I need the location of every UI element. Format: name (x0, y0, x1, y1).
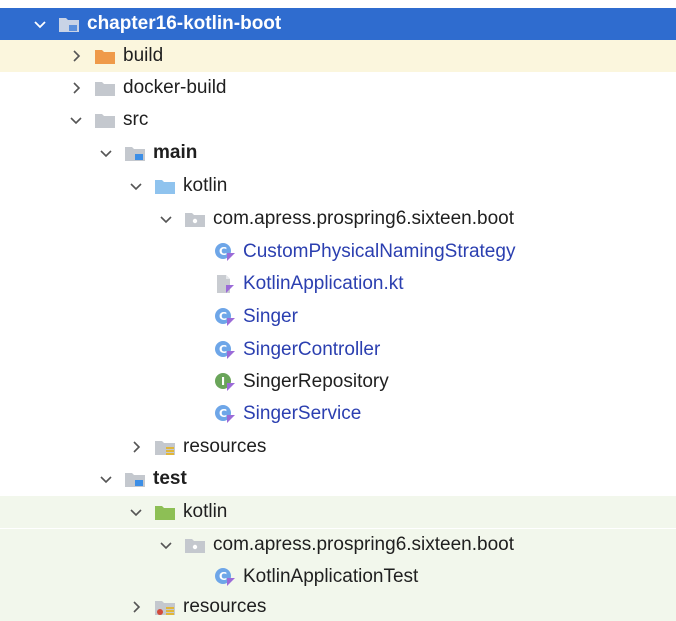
tree-node-label: resources (183, 436, 267, 457)
tree-node-main-package[interactable]: com.apress.prospring6.sixteen.boot (0, 203, 676, 235)
kotlin-class-icon: C (214, 307, 236, 327)
excluded-folder-icon (94, 46, 116, 66)
tree-node-label: kotlin (183, 501, 228, 522)
chevron-right-icon[interactable] (68, 80, 84, 96)
tree-node-root[interactable]: chapter16-kotlin-boot (0, 8, 676, 40)
chevron-down-icon[interactable] (98, 145, 114, 161)
tree-node-label: test (153, 468, 187, 489)
svg-text:C: C (219, 570, 227, 583)
folder-icon (94, 110, 116, 130)
tree-node-label: KotlinApplication.kt (243, 273, 404, 294)
tree-node-label: CustomPhysicalNamingStrategy (243, 241, 516, 262)
test-resources-folder-icon (154, 597, 176, 617)
tree-node-file[interactable]: C KotlinApplicationTest (0, 561, 676, 593)
tree-node-label: SingerRepository (243, 371, 389, 392)
tree-node-label: SingerController (243, 339, 381, 360)
chevron-down-icon[interactable] (32, 16, 48, 32)
tree-node-file[interactable]: KotlinApplication.kt (0, 268, 676, 300)
package-icon (184, 209, 206, 229)
tree-node-label: Singer (243, 306, 298, 327)
test-source-folder-icon (154, 502, 176, 522)
tree-node-file[interactable]: C Singer (0, 301, 676, 333)
test-root-folder-icon (124, 469, 146, 489)
tree-node-label: src (123, 109, 149, 130)
svg-text:I: I (221, 375, 225, 388)
chevron-right-icon[interactable] (128, 439, 144, 455)
tree-node-label: kotlin (183, 175, 228, 196)
kotlin-file-icon (214, 274, 236, 294)
svg-text:C: C (219, 343, 227, 356)
tree-node-label: build (123, 45, 164, 66)
kotlin-class-icon: C (214, 242, 236, 262)
tree-node-label: main (153, 142, 198, 163)
module-folder-icon (58, 14, 80, 34)
tree-node-main-kotlin[interactable]: kotlin (0, 170, 676, 202)
chevron-right-icon[interactable] (128, 599, 144, 615)
tree-node-file[interactable]: I SingerRepository (0, 366, 676, 398)
chevron-down-icon[interactable] (158, 537, 174, 553)
tree-node-test-resources[interactable]: resources (0, 593, 676, 621)
package-icon (184, 535, 206, 555)
resources-folder-icon (154, 437, 176, 457)
tree-node-file[interactable]: C SingerController (0, 334, 676, 366)
chevron-down-icon[interactable] (128, 504, 144, 520)
tree-node-label: SingerService (243, 403, 362, 424)
tree-node-label: KotlinApplicationTest (243, 566, 419, 587)
svg-text:C: C (219, 310, 227, 323)
chevron-down-icon[interactable] (158, 211, 174, 227)
tree-node-test-kotlin[interactable]: kotlin (0, 496, 676, 528)
tree-node-label: docker-build (123, 77, 227, 98)
tree-node-main-resources[interactable]: resources (0, 431, 676, 463)
svg-text:C: C (219, 245, 227, 258)
folder-icon (94, 78, 116, 98)
tree-node-src[interactable]: src (0, 104, 676, 136)
tree-node-file[interactable]: C CustomPhysicalNamingStrategy (0, 236, 676, 268)
tree-node-build[interactable]: build (0, 40, 676, 72)
chevron-down-icon[interactable] (68, 112, 84, 128)
kotlin-class-icon: C (214, 340, 236, 360)
tree-node-label: com.apress.prospring6.sixteen.boot (213, 534, 514, 555)
kotlin-interface-icon: I (214, 372, 236, 392)
tree-node-test-package[interactable]: com.apress.prospring6.sixteen.boot (0, 529, 676, 561)
chevron-right-icon[interactable] (68, 48, 84, 64)
chevron-down-icon[interactable] (128, 178, 144, 194)
tree-node-label: com.apress.prospring6.sixteen.boot (213, 208, 514, 229)
tree-node-label: resources (183, 596, 267, 617)
svg-text:C: C (219, 407, 227, 420)
chevron-down-icon[interactable] (98, 471, 114, 487)
kotlin-class-icon: C (214, 404, 236, 424)
tree-node-main[interactable]: main (0, 137, 676, 169)
tree-node-docker-build[interactable]: docker-build (0, 72, 676, 104)
kotlin-class-icon: C (214, 567, 236, 587)
source-folder-icon (154, 176, 176, 196)
project-tree: chapter16-kotlin-boot build docker-build… (0, 0, 676, 621)
tree-node-label: chapter16-kotlin-boot (87, 13, 282, 34)
tree-node-test[interactable]: test (0, 463, 676, 495)
tree-node-file[interactable]: C SingerService (0, 398, 676, 430)
source-root-folder-icon (124, 143, 146, 163)
